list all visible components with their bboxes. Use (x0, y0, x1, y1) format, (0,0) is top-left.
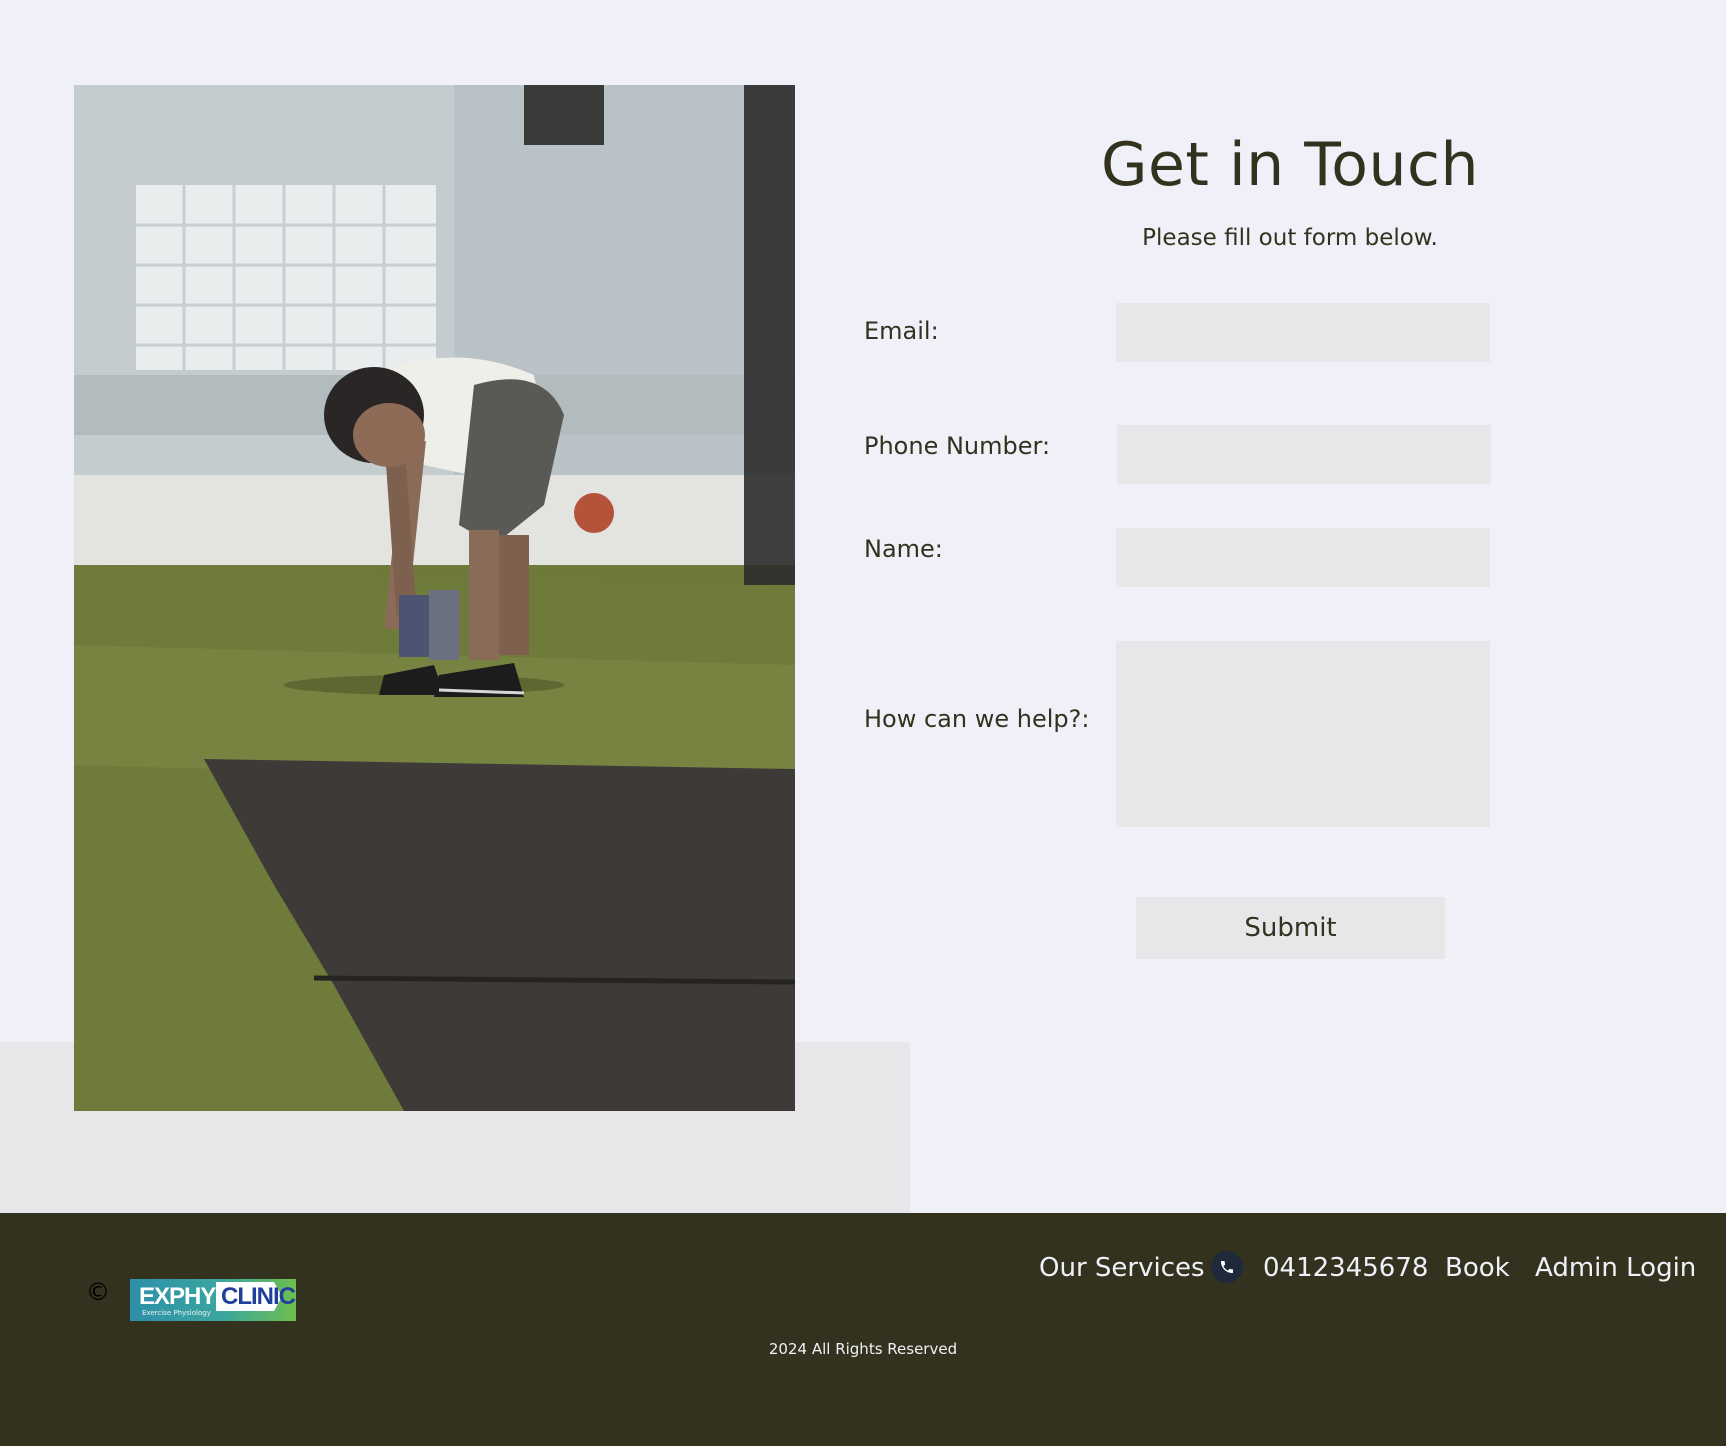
phone-icon-glyph (1221, 1261, 1233, 1273)
rights-reserved: 2024 All Rights Reserved (768, 1340, 958, 1358)
hero-photo (74, 85, 795, 1111)
nav-book[interactable]: Book (1445, 1253, 1510, 1283)
copyright-symbol: © (86, 1278, 110, 1306)
nav-our-services[interactable]: Our Services (1039, 1253, 1205, 1283)
phone-label: Phone Number: (864, 432, 1051, 460)
name-field[interactable] (1116, 528, 1490, 587)
email-field[interactable] (1116, 303, 1490, 362)
logo-word-clinic: CLINIC (221, 1283, 296, 1310)
footer: © EXPHYS CLINIC Exercise Physiology Our … (0, 1213, 1726, 1446)
email-label: Email: (864, 317, 939, 345)
help-label: How can we help?: (864, 705, 1090, 733)
help-textarea[interactable] (1116, 641, 1490, 827)
exphys-clinic-logo[interactable]: EXPHYS CLINIC Exercise Physiology (130, 1279, 296, 1321)
nav-phone-number[interactable]: 0412345678 (1263, 1253, 1428, 1283)
stretching-athlete-image (74, 85, 795, 1111)
name-label: Name: (864, 535, 943, 563)
page-title: Get in Touch (1101, 130, 1479, 200)
logo-tagline: Exercise Physiology (142, 1309, 211, 1317)
phone-field[interactable] (1117, 425, 1491, 484)
phone-icon[interactable] (1211, 1251, 1243, 1283)
nav-admin-login[interactable]: Admin Login (1535, 1253, 1696, 1283)
page-subtitle: Please fill out form below. (1142, 225, 1438, 251)
submit-button[interactable]: Submit (1136, 897, 1445, 959)
